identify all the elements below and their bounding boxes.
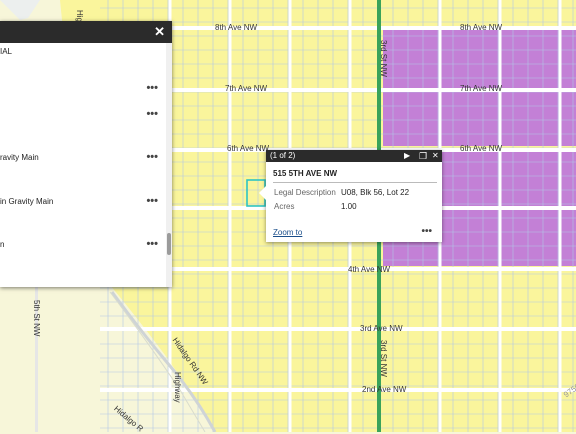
layer-row[interactable]: ••• <box>0 82 165 98</box>
popup-pointer <box>259 186 266 200</box>
street-road <box>558 0 562 432</box>
street-road <box>228 0 232 432</box>
street-label-highway-south: Highway <box>173 372 182 403</box>
street-label-8th-ave-left: 8th Ave NW <box>215 23 258 32</box>
more-options-icon[interactable]: ••• <box>146 108 158 120</box>
layer-row[interactable]: ••• <box>0 108 165 124</box>
field-value-legal-description: U08, Blk 56, Lot 22 <box>341 188 410 197</box>
street-label-3rd-st-north: 3rd St NW <box>379 40 388 77</box>
layer-label: n <box>0 240 5 249</box>
layer-label: ravity Main <box>0 153 39 162</box>
layer-list-panel: ✕ IAL ••• ••• ravity Main ••• in Gravity… <box>0 21 172 287</box>
layer-row[interactable]: in Gravity Main ••• <box>0 195 165 211</box>
scrollbar-track[interactable] <box>166 43 172 287</box>
zoom-to-link[interactable]: Zoom to <box>273 228 302 237</box>
field-value-acres: 1.00 <box>341 202 357 211</box>
more-options-icon[interactable]: ••• <box>421 226 432 237</box>
street-label-7th-ave-right: 7th Ave NW <box>460 84 503 93</box>
layer-panel-subtitle: IAL <box>0 47 13 56</box>
layer-row[interactable]: n ••• <box>0 238 165 254</box>
commercial-zone <box>383 29 576 88</box>
scrollbar-thumb[interactable] <box>167 233 171 255</box>
field-label-legal-description: Legal Description <box>274 188 336 197</box>
popup-divider <box>273 182 437 183</box>
close-icon[interactable]: ✕ <box>154 24 165 40</box>
street-road <box>498 0 502 432</box>
street-label-3rd-ave: 3rd Ave NW <box>360 324 403 333</box>
popup-feature-count: (1 of 2) <box>270 151 296 160</box>
street-label-7th-ave-left: 7th Ave NW <box>225 84 268 93</box>
street-label-5th-st: 5th St NW <box>32 300 41 337</box>
popup-title: 515 5TH AVE NW <box>273 169 338 178</box>
layer-row[interactable]: ravity Main ••• <box>0 151 165 167</box>
more-options-icon[interactable]: ••• <box>146 82 158 94</box>
street-label-6th-ave-left: 6th Ave NW <box>227 144 270 153</box>
more-options-icon[interactable]: ••• <box>146 238 158 250</box>
more-options-icon[interactable]: ••• <box>146 195 158 207</box>
play-icon[interactable]: ▶ <box>404 150 410 162</box>
layer-panel-header: ✕ <box>0 21 172 43</box>
feature-popup: (1 of 2) ▶ ❐ ✕ 515 5TH AVE NW Legal Desc… <box>259 150 442 242</box>
close-icon[interactable]: ✕ <box>432 150 439 162</box>
layer-label: in Gravity Main <box>0 197 54 206</box>
field-label-acres: Acres <box>274 202 295 211</box>
commercial-zone <box>433 152 576 206</box>
street-label-6th-ave-right: 6th Ave NW <box>460 144 503 153</box>
maximize-icon[interactable]: ❐ <box>419 150 427 162</box>
more-options-icon[interactable]: ••• <box>146 151 158 163</box>
commercial-zone <box>383 92 576 146</box>
street-label-4th-ave: 4th Ave NW <box>348 265 391 274</box>
street-label-3rd-st-south: 3rd St NW <box>379 340 388 377</box>
popup-header: (1 of 2) ▶ ❐ ✕ <box>266 150 442 162</box>
street-label-8th-ave-right: 8th Ave NW <box>460 23 503 32</box>
street-label-2nd-ave: 2nd Ave NW <box>362 385 407 394</box>
